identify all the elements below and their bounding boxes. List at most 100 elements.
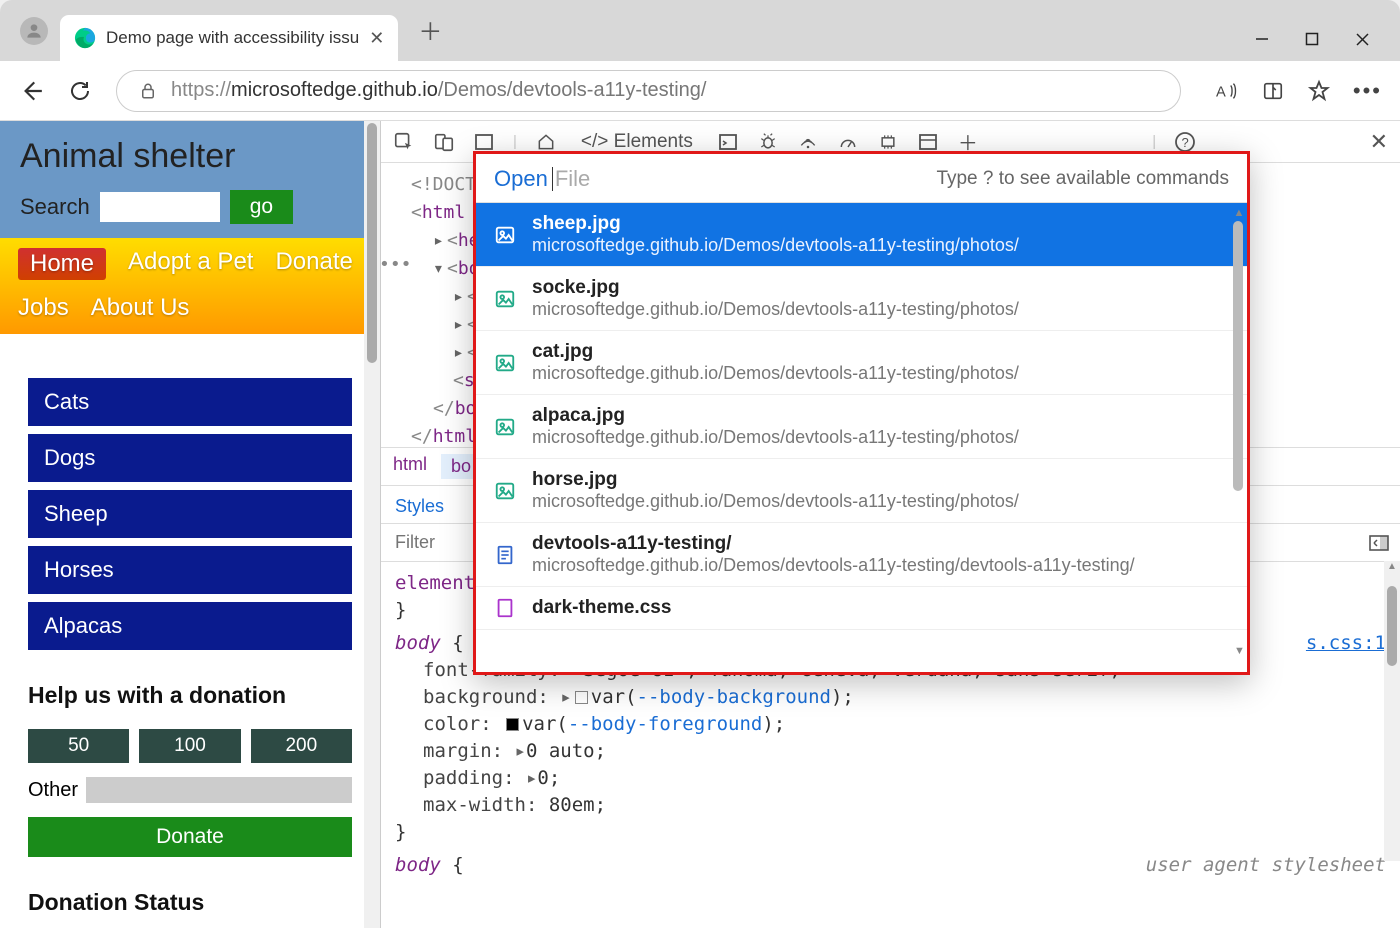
- page-scrollbar[interactable]: [364, 121, 380, 928]
- command-item[interactable]: sheep.jpgmicrosoftedge.github.io/Demos/d…: [476, 203, 1247, 267]
- command-item-path: microsoftedge.github.io/Demos/devtools-a…: [532, 299, 1019, 320]
- nav-adopt[interactable]: Adopt a Pet: [128, 248, 253, 280]
- read-aloud-icon[interactable]: A: [1215, 80, 1239, 102]
- animal-sheep[interactable]: Sheep: [28, 490, 352, 538]
- command-list: sheep.jpgmicrosoftedge.github.io/Demos/d…: [476, 203, 1247, 672]
- maximize-icon[interactable]: [1305, 32, 1319, 47]
- profile-icon[interactable]: [20, 17, 48, 45]
- nav-home[interactable]: Home: [18, 248, 106, 280]
- devtools-close-icon[interactable]: ✕: [1370, 129, 1388, 155]
- command-item-title: sheep.jpg: [532, 213, 1019, 235]
- page-title: Animal shelter: [20, 137, 360, 176]
- donate-100[interactable]: 100: [139, 729, 240, 763]
- go-button[interactable]: go: [230, 190, 293, 224]
- donation-section: Help us with a donation 50 100 200 Other…: [0, 650, 380, 857]
- new-tab-button[interactable]: ＋: [418, 12, 442, 47]
- stylesheet-link[interactable]: s.css:1: [1306, 630, 1386, 657]
- svg-text:A: A: [1216, 84, 1226, 100]
- other-label: Other: [28, 779, 78, 802]
- command-item[interactable]: dark-theme.css: [476, 587, 1247, 630]
- file-icon: [494, 597, 516, 619]
- command-caret: [552, 167, 553, 191]
- command-item-title: horse.jpg: [532, 469, 1019, 491]
- main-nav: Home Adopt a Pet Donate Jobs About Us: [0, 238, 380, 334]
- file-icon: [494, 352, 516, 374]
- command-item-path: microsoftedge.github.io/Demos/devtools-a…: [532, 235, 1019, 256]
- svg-text:?: ?: [1182, 135, 1189, 150]
- page-header: Animal shelter Search go: [0, 121, 380, 238]
- welcome-icon[interactable]: [473, 131, 495, 153]
- file-icon: [494, 224, 516, 246]
- search-input[interactable]: [100, 192, 220, 222]
- file-icon: [494, 288, 516, 310]
- more-icon[interactable]: •••: [1353, 78, 1382, 104]
- command-item-path: microsoftedge.github.io/Demos/devtools-a…: [532, 555, 1135, 576]
- donate-button[interactable]: Donate: [28, 817, 352, 857]
- command-item-title: cat.jpg: [532, 341, 1019, 363]
- url-text: https://microsoftedge.github.io/Demos/de…: [171, 79, 706, 102]
- inspect-icon[interactable]: [393, 131, 415, 153]
- file-icon: [494, 480, 516, 502]
- tab-title: Demo page with accessibility issu: [106, 28, 359, 48]
- bug-icon[interactable]: [757, 131, 779, 153]
- command-item[interactable]: horse.jpgmicrosoftedge.github.io/Demos/d…: [476, 459, 1247, 523]
- more-tabs-icon[interactable]: ＋: [957, 131, 979, 153]
- donation-status-heading: Donation Status: [0, 857, 380, 916]
- toggle-sidebar-icon[interactable]: [1368, 533, 1390, 553]
- network-icon[interactable]: [797, 131, 819, 153]
- animal-alpacas[interactable]: Alpacas: [28, 602, 352, 650]
- lock-icon: [139, 81, 157, 101]
- command-hint: Type ? to see available commands: [936, 168, 1229, 190]
- command-item[interactable]: devtools-a11y-testing/microsoftedge.gith…: [476, 523, 1247, 587]
- console-icon[interactable]: [717, 131, 739, 153]
- command-item[interactable]: cat.jpgmicrosoftedge.github.io/Demos/dev…: [476, 331, 1247, 395]
- other-amount-input[interactable]: [86, 777, 352, 803]
- nav-about[interactable]: About Us: [91, 294, 190, 322]
- command-item-path: microsoftedge.github.io/Demos/devtools-a…: [532, 363, 1019, 384]
- search-label: Search: [20, 194, 90, 220]
- help-icon[interactable]: ?: [1174, 131, 1196, 153]
- animal-cats[interactable]: Cats: [28, 378, 352, 426]
- command-item-title: alpaca.jpg: [532, 405, 1019, 427]
- application-icon[interactable]: [917, 131, 939, 153]
- browser-tab[interactable]: Demo page with accessibility issu ✕: [60, 15, 398, 61]
- animal-dogs[interactable]: Dogs: [28, 434, 352, 482]
- nav-jobs[interactable]: Jobs: [18, 294, 69, 322]
- reading-mode-icon[interactable]: [1261, 80, 1285, 102]
- command-scrollbar[interactable]: ▲ ▼: [1233, 207, 1245, 657]
- dom-more-icon[interactable]: •••: [379, 251, 412, 279]
- nav-donate[interactable]: Donate: [275, 248, 352, 280]
- url-field[interactable]: https://microsoftedge.github.io/Demos/de…: [116, 70, 1181, 112]
- animal-horses[interactable]: Horses: [28, 546, 352, 594]
- command-item[interactable]: alpaca.jpgmicrosoftedge.github.io/Demos/…: [476, 395, 1247, 459]
- donation-title: Help us with a donation: [28, 682, 352, 709]
- command-placeholder: File: [555, 166, 590, 192]
- command-item-path: microsoftedge.github.io/Demos/devtools-a…: [532, 427, 1019, 448]
- back-button[interactable]: [18, 78, 44, 104]
- command-item-title: socke.jpg: [532, 277, 1019, 299]
- donate-50[interactable]: 50: [28, 729, 129, 763]
- refresh-button[interactable]: [68, 79, 92, 103]
- webpage-panel: Animal shelter Search go Home Adopt a Pe…: [0, 121, 380, 928]
- tab-close-icon[interactable]: ✕: [369, 28, 384, 49]
- favorite-icon[interactable]: [1307, 79, 1331, 103]
- devtools-panel: | </> Elements ＋ | ? ✕ ••• <!DOCT <html …: [380, 121, 1400, 928]
- performance-icon[interactable]: [837, 131, 859, 153]
- donate-200[interactable]: 200: [251, 729, 352, 763]
- device-icon[interactable]: [433, 131, 455, 153]
- close-icon[interactable]: [1355, 32, 1370, 47]
- command-open-label: Open: [494, 166, 548, 192]
- ua-stylesheet-label: user agent stylesheet: [1146, 852, 1386, 879]
- command-item[interactable]: socke.jpgmicrosoftedge.github.io/Demos/d…: [476, 267, 1247, 331]
- command-item-title: dark-theme.css: [532, 597, 671, 619]
- home-icon[interactable]: [535, 131, 557, 153]
- crumb-html[interactable]: html: [393, 454, 427, 479]
- address-bar: https://microsoftedge.github.io/Demos/de…: [0, 61, 1400, 121]
- memory-icon[interactable]: [877, 131, 899, 153]
- edge-logo-icon: [74, 27, 96, 49]
- elements-tab[interactable]: </> Elements: [575, 131, 699, 153]
- command-item-title: devtools-a11y-testing/: [532, 533, 1135, 555]
- animal-list: Cats Dogs Sheep Horses Alpacas: [0, 334, 380, 650]
- devtools-scrollbar[interactable]: ▲: [1384, 561, 1400, 861]
- minimize-icon[interactable]: [1255, 32, 1269, 47]
